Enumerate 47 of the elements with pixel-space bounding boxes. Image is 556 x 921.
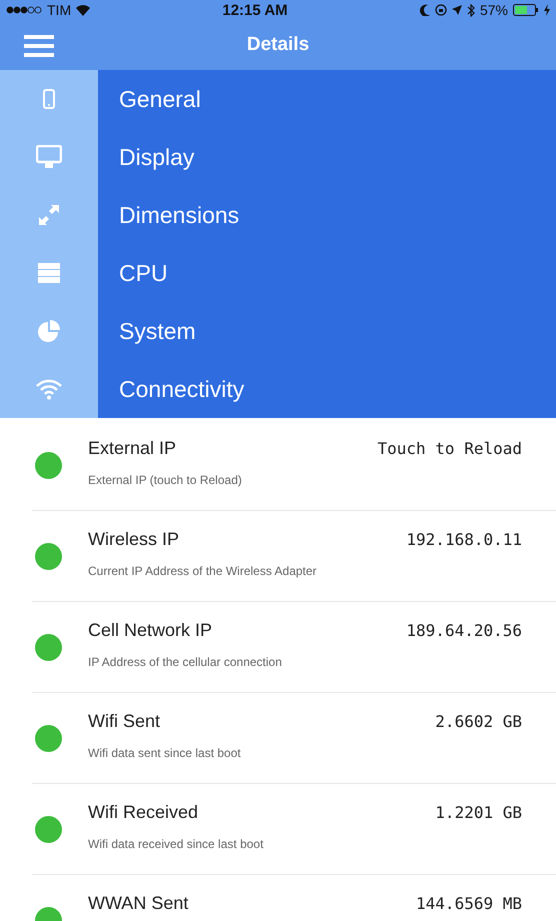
- wifi-icon: [36, 378, 62, 400]
- screen-title: Details: [246, 34, 310, 56]
- row-description: External IP (touch to Reload): [88, 473, 243, 487]
- wifi-signal-icon: [76, 4, 90, 16]
- row-value: 1.2201 GB: [435, 803, 522, 822]
- row-value: 144.6569 MB: [416, 894, 522, 913]
- status-dot: [35, 724, 62, 752]
- server-icon: [37, 261, 61, 285]
- clock-time: 12:15 AM: [222, 2, 288, 18]
- row-description: IP Address of the cellular connection: [88, 655, 283, 669]
- charging-bolt-icon: [544, 4, 550, 16]
- location-icon: [452, 5, 462, 15]
- rotation-lock-icon: [434, 4, 447, 16]
- row-description: Current IP Address of the Wireless Adapter: [88, 564, 318, 578]
- status-dot: [35, 816, 62, 842]
- row-description: Wifi data sent since last boot: [88, 746, 242, 760]
- signal-icon: [6, 6, 42, 14]
- pie-chart-icon: [37, 319, 61, 343]
- phone-icon: [43, 89, 55, 109]
- row-title: Wifi Received: [88, 802, 198, 823]
- row-value: 2.6602 GB: [435, 712, 522, 731]
- row-title: Wireless IP: [88, 529, 180, 550]
- status-dot: [35, 542, 62, 570]
- menu-button[interactable]: [24, 34, 54, 58]
- battery-percentage: 57%: [480, 2, 508, 18]
- carrier-name: TIM: [47, 2, 72, 18]
- menu-item[interactable]: Connectivity: [119, 376, 244, 402]
- menu-item[interactable]: CPU: [119, 260, 168, 286]
- menu-item[interactable]: Dimensions: [119, 202, 240, 228]
- row-value: 189.64.20.56: [406, 621, 522, 640]
- row-title: WWAN Sent: [88, 893, 188, 914]
- moon-icon: [420, 4, 430, 16]
- status-dot: [35, 452, 62, 478]
- battery-icon: [512, 4, 539, 16]
- row-title: Cell Network IP: [88, 620, 212, 641]
- menu-item[interactable]: System: [119, 318, 196, 344]
- status-dot: [35, 634, 62, 660]
- monitor-icon: [36, 145, 62, 169]
- row-title: External IP: [88, 438, 176, 459]
- menu-item[interactable]: Display: [119, 144, 194, 170]
- bluetooth-icon: [466, 4, 475, 16]
- row-value: Touch to Reload: [378, 439, 522, 458]
- diagonal-arrows-icon: [37, 203, 61, 227]
- row-title: Wifi Sent: [88, 711, 160, 732]
- row-description: Wifi data received since last boot: [88, 837, 264, 851]
- row-value: 192.168.0.11: [406, 530, 522, 549]
- menu-item[interactable]: General: [119, 86, 201, 112]
